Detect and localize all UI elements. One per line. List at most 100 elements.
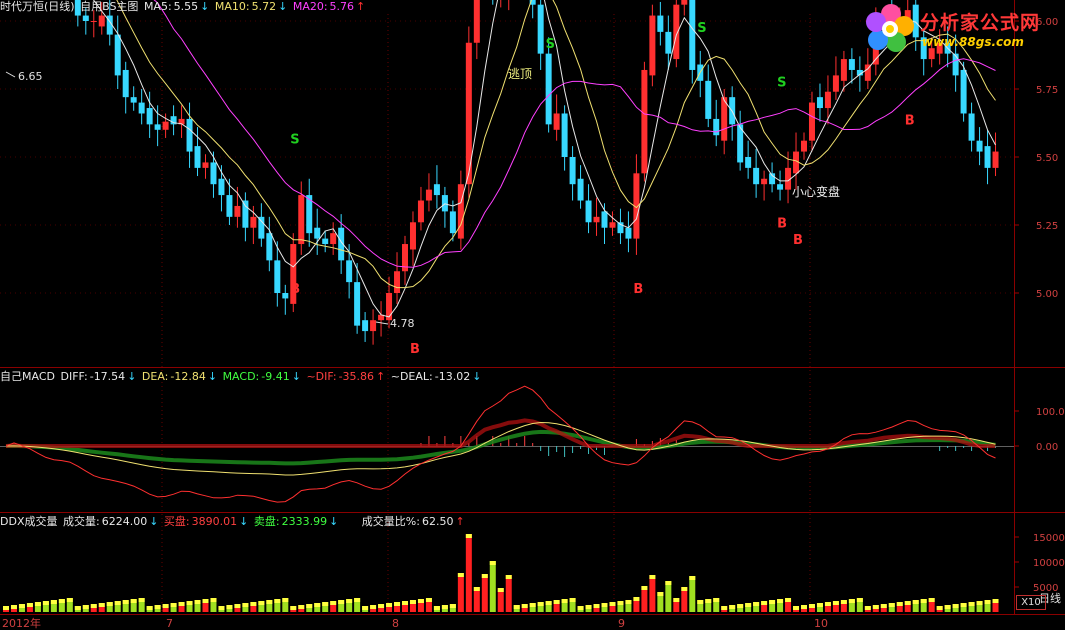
candle-body — [218, 178, 225, 196]
volume-bar-cap — [473, 587, 480, 591]
ratio-value: 62.50 — [421, 515, 454, 528]
volume-bar-cap — [338, 600, 345, 604]
volume-bar-cap — [18, 604, 25, 608]
volume-bar-cap — [737, 604, 744, 608]
volume-bar-cap — [689, 576, 696, 580]
candle-body — [266, 233, 273, 261]
candle-body — [609, 222, 616, 228]
volume-bar-cap — [34, 602, 41, 606]
stock-title: 时代万恒(日线) — [0, 0, 75, 13]
volume-bar-cap — [497, 588, 504, 592]
volume-bar-cap — [114, 601, 121, 605]
candle-body — [801, 140, 807, 152]
volume-bar-cap — [577, 606, 584, 610]
candle-body — [433, 184, 440, 196]
candle-body — [641, 69, 648, 174]
buy-signal: B — [793, 233, 803, 248]
buy-signal: B — [633, 282, 643, 297]
ma5-value: 5.55 — [173, 0, 199, 13]
candle-body — [665, 31, 672, 54]
candle-body — [816, 97, 823, 109]
volume-tick-label: 15000 — [1033, 533, 1065, 544]
volume-value: 6224.00 — [101, 515, 148, 528]
candle-body — [250, 216, 257, 228]
candle-body — [689, 0, 696, 70]
volume-bar-cap — [793, 606, 800, 610]
volume-bar-cap — [553, 600, 560, 604]
candle-body — [968, 113, 975, 141]
candle-body — [976, 140, 983, 152]
candle-body — [258, 216, 265, 239]
volume-bar-cap — [242, 603, 249, 607]
diff-value: -17.54 — [89, 370, 126, 383]
volume-bar-cap — [370, 605, 377, 609]
volume-bar-cap — [90, 604, 97, 608]
price-tick-label: 5.50 — [1036, 153, 1058, 164]
price-annotations: 6.65 4.78 逃顶 小心变盘 — [5, 67, 840, 330]
chart-window[interactable]: 6.756.506.256.005.755.505.255.00 100.00.… — [0, 0, 1065, 630]
volume-bar-cap — [258, 601, 265, 605]
macd-name[interactable]: 自己MACD — [0, 370, 55, 383]
diff-down-arrow-icon: ↓ — [127, 370, 137, 383]
volume-bar-cap — [944, 605, 951, 609]
candle-body — [808, 102, 815, 141]
candle-body — [362, 320, 369, 332]
volume-name[interactable]: DDX成交量 — [0, 515, 57, 528]
ma20-value: 5.76 — [329, 0, 355, 13]
macd-diff-line — [5, 421, 996, 476]
volume-bar-cap — [82, 605, 89, 609]
volume-bar-cap — [330, 601, 337, 605]
volume-bar-cap — [26, 603, 33, 607]
volume-bar-cap — [10, 605, 17, 609]
volume-bar-cap — [298, 605, 305, 609]
candle-body — [322, 238, 329, 245]
candle-body — [832, 75, 839, 92]
time-axis-label: 7 — [166, 617, 173, 630]
sell-signal: S — [697, 21, 706, 36]
volume-bars — [3, 534, 999, 612]
volume-bar-cap — [601, 603, 608, 607]
chart-canvas[interactable]: 6.756.506.256.005.755.505.255.00 100.00.… — [0, 0, 1065, 630]
candle-body — [425, 189, 432, 201]
volume-bar-cap — [210, 598, 217, 602]
volume-bar-cap — [801, 605, 807, 609]
volume-bar-cap — [74, 606, 81, 610]
candle-body — [146, 108, 153, 125]
volume-label: 成交量: — [62, 515, 100, 528]
candle-body — [625, 227, 632, 239]
indicator-name[interactable]: 自用BS主图 — [80, 0, 138, 13]
candle-body — [569, 157, 576, 185]
flower-logo-icon — [866, 4, 914, 52]
volume-bar — [481, 574, 488, 612]
site-logo: 分析家公式网 www.88gs.com — [864, 2, 1060, 54]
volume-bar-cap — [346, 599, 353, 603]
buy-signal: B — [777, 217, 787, 232]
volume-bar-cap — [713, 598, 720, 602]
candle-body — [90, 21, 97, 22]
candle-body — [992, 151, 999, 168]
volume-bar-cap — [433, 606, 440, 610]
volume-down-arrow-icon: ↓ — [149, 515, 159, 528]
dif2-label: ~DIF: — [306, 370, 337, 383]
time-axis-label: 2012年 — [2, 616, 41, 630]
candle-body — [138, 102, 145, 114]
ma20-label: MA20: — [292, 0, 328, 13]
candle-body — [705, 80, 712, 119]
volume-bar-cap — [745, 603, 752, 607]
volume-bar — [465, 534, 472, 612]
deal-value: -13.02 — [434, 370, 471, 383]
volume-bar-cap — [162, 604, 169, 608]
ma5-line — [93, 0, 996, 318]
volume-bar-cap — [625, 600, 632, 604]
candle-body — [162, 121, 169, 130]
buy-label: 买盘: — [163, 515, 190, 528]
diff-label: DIFF: — [60, 370, 88, 383]
high-price-label: 6.65 — [18, 70, 43, 83]
volume-bar-cap — [489, 561, 496, 565]
price-tick-label: 5.25 — [1036, 221, 1058, 232]
volume-bar-cap — [306, 604, 313, 608]
volume-bar-cap — [992, 599, 999, 603]
candle-body — [298, 195, 305, 245]
candle-body — [394, 271, 401, 293]
ma20-up-arrow-icon: ↑ — [356, 0, 366, 13]
